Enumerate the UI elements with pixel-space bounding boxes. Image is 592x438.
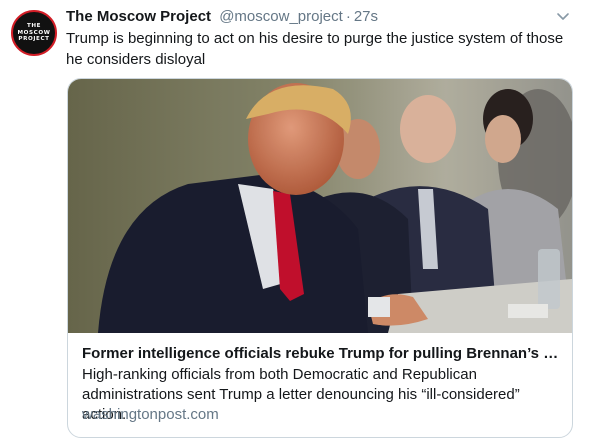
chevron-down-icon[interactable]: [555, 11, 571, 23]
tweet-timestamp[interactable]: 27s: [354, 8, 378, 25]
separator-dot: ·: [345, 8, 351, 25]
tweet-text: Trump is beginning to act on his desire …: [66, 30, 564, 68]
account-name[interactable]: The Moscow Project: [66, 8, 211, 25]
tweet-header: The Moscow Project @moscow_project · 27s: [66, 8, 566, 30]
card-title[interactable]: Former intelligence officials rebuke Tru…: [82, 345, 564, 362]
avatar-line-3: PROJECT: [18, 36, 50, 43]
account-handle[interactable]: @moscow_project: [219, 8, 343, 25]
link-card[interactable]: Former intelligence officials rebuke Tru…: [67, 78, 573, 438]
card-image: [68, 79, 572, 333]
avatar[interactable]: THE MOSCOW PROJECT: [11, 10, 57, 56]
card-domain[interactable]: washingtonpost.com: [82, 406, 219, 423]
